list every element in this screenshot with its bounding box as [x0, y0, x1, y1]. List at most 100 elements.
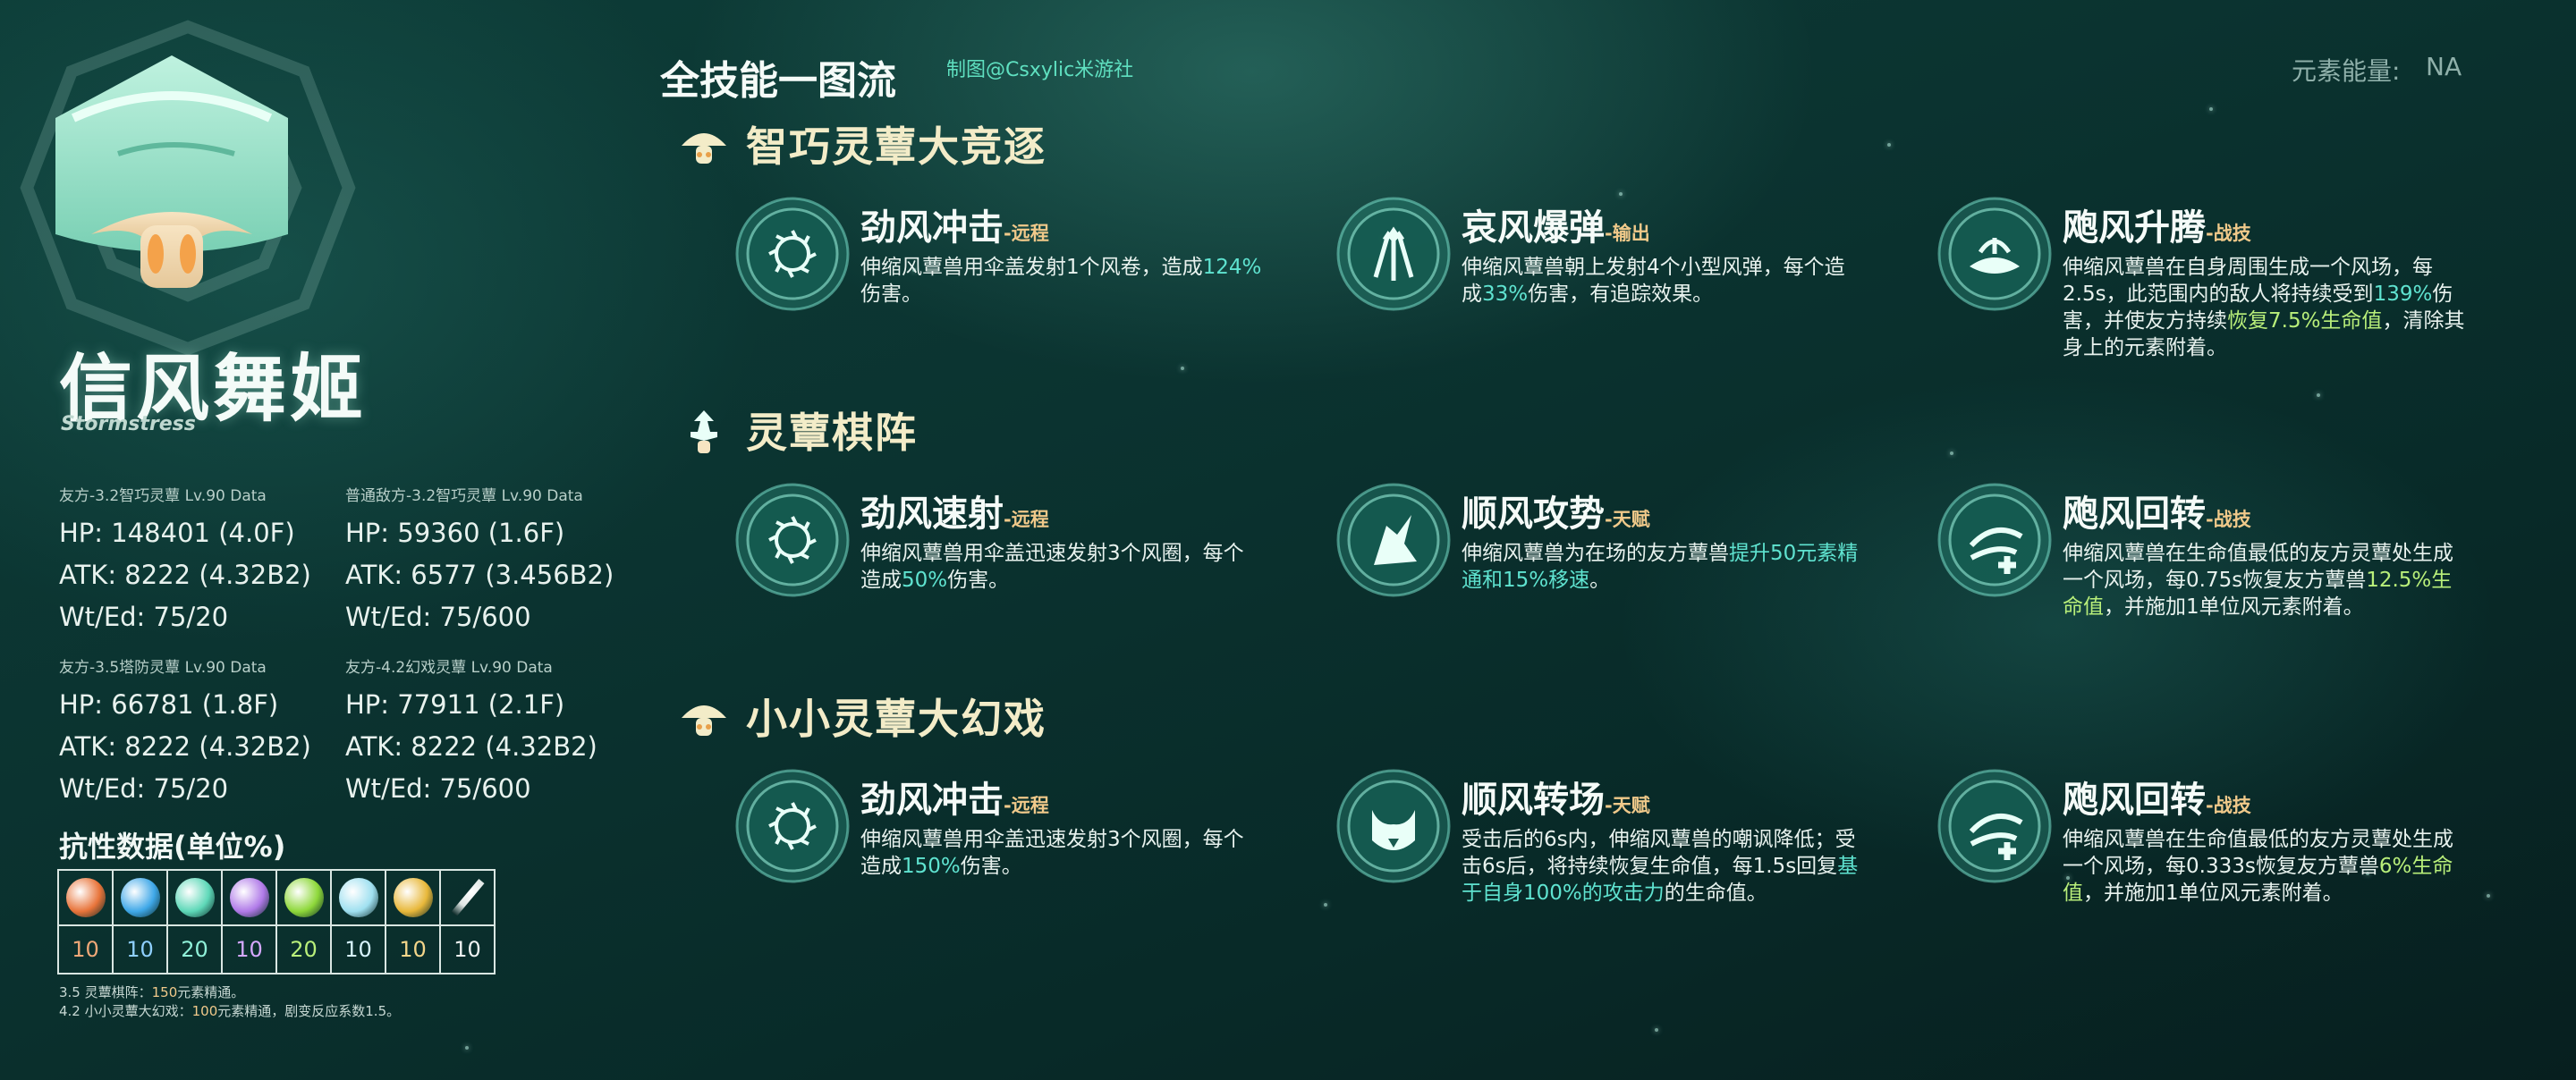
skill-card: 飑风升腾-战技 伸缩风蕈兽在自身周围生成一个风场，每2.5s，此范围内的敌人将持续…	[1936, 195, 2472, 374]
skill-description: 伸缩风蕈兽朝上发射4个小型风弹，每个造成33%伤害，有追踪效果。	[1462, 256, 1845, 306]
electro-icon	[223, 871, 275, 926]
skill-card: 顺风攻势-天赋伸缩风蕈兽为在场的友方蕈兽提升50元素精通和15%移速。	[1335, 481, 1871, 660]
resistance-cell: 10	[114, 871, 168, 973]
resistance-cell: 20	[168, 871, 223, 973]
page-title: 全技能一图流	[660, 58, 896, 104]
skill-description: 伸缩风蕈兽为在场的友方蕈兽提升50元素精通和15%移速。	[1462, 542, 1859, 592]
resistance-cell: 10	[332, 871, 386, 973]
electro-icon	[229, 878, 269, 917]
wind-heal-icon	[1936, 481, 2054, 599]
skill-tag: -输出	[1605, 223, 1650, 244]
stat-hp: HP: 59360 (1.6F)	[345, 518, 565, 548]
stat-block-4: 友方-4.2幻戏灵蕈 Lv.90 Data HP: 77911 (2.1F) A…	[345, 654, 623, 810]
physical-sword-icon	[451, 879, 484, 916]
energy-label: 元素能量:	[2292, 56, 2401, 86]
skill-description: 伸缩风蕈兽用伞盖迅速发射3个风圈，每个造成50%伤害。	[860, 542, 1244, 592]
mushroom-section-icon	[678, 691, 730, 743]
skill-description: 伸缩风蕈兽用伞盖迅速发射3个风圈，每个造成150%伤害。	[860, 828, 1244, 878]
wind-ring-icon	[733, 195, 852, 313]
skill-tag: -天赋	[1605, 509, 1650, 530]
skill-name: 飑风升腾-战技	[2063, 207, 2251, 249]
stat-header: 友方-4.2幻戏灵蕈 Lv.90 Data	[345, 659, 553, 677]
stat-hp: HP: 77911 (2.1F)	[345, 689, 565, 720]
skill-card: 飑风回转-战技伸缩风蕈兽在生命值最低的友方灵蕈处生成一个风场，每0.333s恢复…	[1936, 767, 2472, 946]
energy-value: NA	[2426, 52, 2462, 81]
skill-card: 劲风冲击-远程伸缩风蕈兽用伞盖迅速发射3个风圈，每个造成150%伤害。	[733, 767, 1270, 946]
resistance-cell: 10	[223, 871, 277, 973]
stat-wt: Wt/Ed: 75/20	[59, 602, 229, 632]
skill-name: 飑风回转-战技	[2063, 780, 2251, 821]
skill-card: 顺风转场-天赋受击后的6s内，伸缩风蕈兽的嘲讽降低；受击6s后，将持续恢复生命值…	[1335, 767, 1871, 946]
skill-name: 哀风爆弹-输出	[1462, 207, 1650, 249]
resistance-value: 20	[181, 937, 208, 962]
mushroom-portrait	[55, 55, 288, 288]
hydro-icon	[120, 878, 160, 917]
resistance-cell: 10	[441, 871, 494, 973]
resistance-value: 10	[72, 937, 99, 962]
stat-header: 友方-3.2智巧灵蕈 Lv.90 Data	[59, 487, 267, 505]
cryo-icon	[332, 871, 385, 926]
resistance-cell: 10	[386, 871, 441, 973]
resistance-cell: 10	[59, 871, 114, 973]
skill-tag: -战技	[2206, 509, 2251, 530]
pyro-icon	[59, 871, 112, 926]
footnote-line: 3.5 灵蕈棋阵：150元素精通。	[59, 984, 245, 1000]
dendro-icon	[284, 878, 324, 917]
resistance-value: 10	[399, 937, 427, 962]
skill-card: 飑风回转-战技伸缩风蕈兽在生命值最低的友方灵蕈处生成一个风场，每0.75s恢复友…	[1936, 481, 2472, 660]
stat-hp: HP: 66781 (1.8F)	[59, 689, 279, 720]
skill-tag: -战技	[2206, 223, 2251, 244]
character-subtitle: Stormstress	[61, 413, 196, 435]
resistance-value: 10	[453, 937, 481, 962]
skill-card: 劲风冲击-远程伸缩风蕈兽用伞盖发射1个风卷，造成124%伤害。	[733, 195, 1270, 374]
skill-description: 受击后的6s内，伸缩风蕈兽的嘲讽降低；受击6s后，将持续恢复生命值，每1.5s回…	[1462, 828, 1859, 905]
skill-name: 顺风攻势-天赋	[1462, 494, 1650, 535]
credit-text: 制图@Csxylic米游社	[946, 59, 1134, 81]
dendro-icon	[277, 871, 330, 926]
footnote-line: 4.2 小小灵蕈大幻戏：100元素精通，剧变反应系数1.5。	[59, 1003, 401, 1019]
stat-wt: Wt/Ed: 75/600	[345, 602, 531, 632]
stat-header: 普通敌方-3.2智巧灵蕈 Lv.90 Data	[345, 487, 583, 505]
resistance-value: 10	[126, 937, 154, 962]
stat-atk: ATK: 8222 (4.32B2)	[345, 731, 597, 762]
stat-header: 友方-3.5塔防灵蕈 Lv.90 Data	[59, 659, 267, 677]
wind-shift-icon	[1335, 767, 1453, 885]
resistance-table: 10 10 20 10 20 10 10 10	[57, 869, 496, 975]
skill-card: 哀风爆弹-输出伸缩风蕈兽朝上发射4个小型风弹，每个造成33%伤害，有追踪效果。	[1335, 195, 1871, 374]
anemo-icon	[168, 871, 221, 926]
skill-name: 劲风冲击-远程	[860, 780, 1049, 821]
skill-name: 劲风冲击-远程	[860, 207, 1049, 249]
skill-description: 伸缩风蕈兽在生命值最低的友方灵蕈处生成一个风场，每0.75s恢复友方蕈兽12.5…	[2063, 542, 2453, 619]
wind-rise-icon	[1936, 195, 2054, 313]
stat-block-3: 友方-3.5塔防灵蕈 Lv.90 Data HP: 66781 (1.8F) A…	[59, 654, 336, 810]
mushroom-section-icon	[678, 119, 730, 171]
stat-block-1: 友方-3.2智巧灵蕈 Lv.90 Data HP: 148401 (4.0F) …	[59, 483, 336, 638]
skill-name: 劲风速射-远程	[860, 494, 1049, 535]
skill-description: 伸缩风蕈兽用伞盖发射1个风卷，造成124%伤害。	[860, 256, 1262, 306]
stat-block-2: 普通敌方-3.2智巧灵蕈 Lv.90 Data HP: 59360 (1.6F)…	[345, 483, 623, 638]
stat-atk: ATK: 8222 (4.32B2)	[59, 560, 311, 590]
skill-name: 飑风回转-战技	[2063, 494, 2251, 535]
resistance-title: 抗性数据(单位%)	[59, 830, 286, 864]
stat-wt: Wt/Ed: 75/600	[345, 773, 531, 804]
skill-name: 顺风转场-天赋	[1462, 780, 1650, 821]
chess-section-icon	[678, 405, 730, 457]
resistance-cell: 20	[277, 871, 332, 973]
resistance-value: 20	[290, 937, 318, 962]
skill-tag: -远程	[1004, 509, 1049, 530]
resistance-value: 10	[344, 937, 372, 962]
geo-icon	[393, 878, 433, 917]
resistance-value: 10	[235, 937, 263, 962]
hydro-icon	[114, 871, 166, 926]
skill-tag: -天赋	[1605, 795, 1650, 816]
stat-wt: Wt/Ed: 75/20	[59, 773, 229, 804]
wind-ring-icon	[733, 767, 852, 885]
skill-description: 伸缩风蕈兽在生命值最低的友方灵蕈处生成一个风场，每0.333s恢复友方蕈兽6%生…	[2063, 828, 2453, 905]
stat-atk: ATK: 8222 (4.32B2)	[59, 731, 311, 762]
wind-heal-icon	[1936, 767, 2054, 885]
wind-bolts-icon	[1335, 195, 1453, 313]
skill-tag: -远程	[1004, 223, 1049, 244]
anemo-icon	[174, 878, 215, 917]
physical-sword-icon	[441, 871, 494, 926]
stat-hp: HP: 148401 (4.0F)	[59, 518, 295, 548]
